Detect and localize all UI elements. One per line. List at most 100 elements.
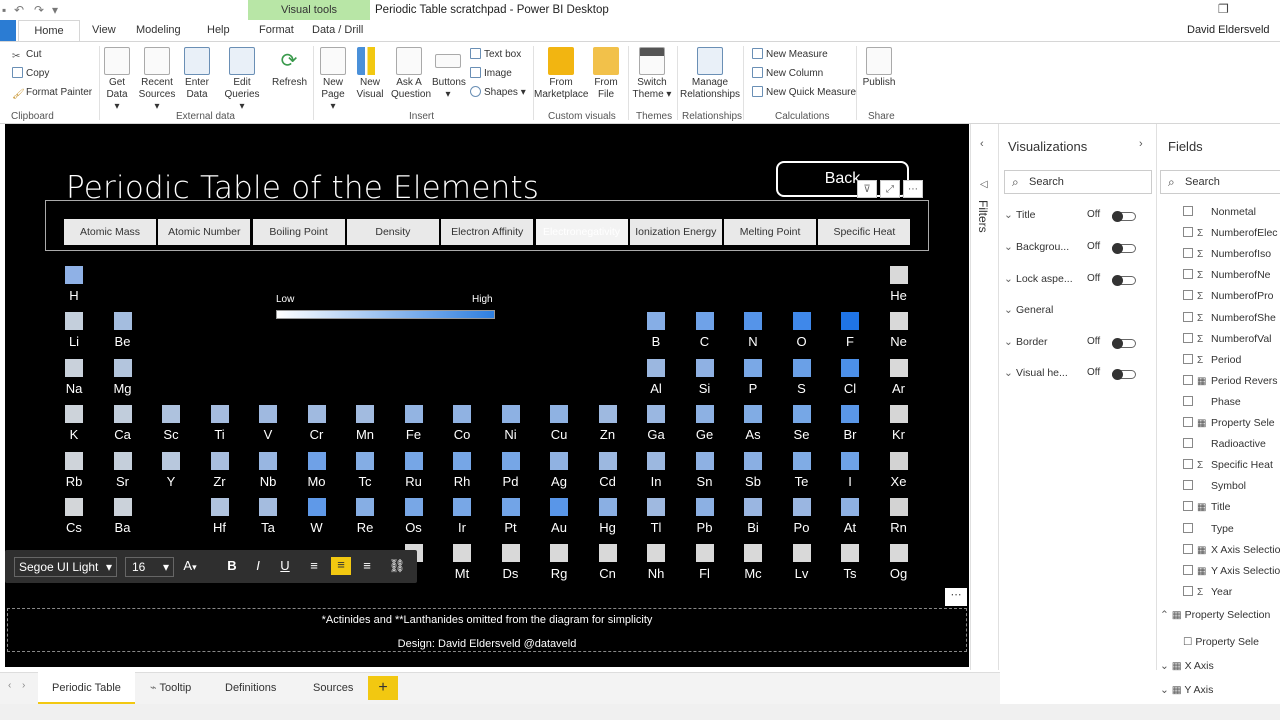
field-item[interactable]: Phase [1183,395,1280,412]
element-tile-Ir[interactable] [453,498,471,516]
element-tile-Br[interactable] [841,405,859,424]
fields-search-input[interactable]: Search [1160,170,1280,194]
element-tile-Zn[interactable] [598,405,617,424]
format-section-visual-he-[interactable]: ⌄ Visual he... Off [1004,367,1154,383]
element-tile-Ba[interactable] [113,498,132,516]
field-item[interactable]: ☐ Property Sele [1183,636,1259,648]
save-icon[interactable]: ▪ [2,3,6,17]
element-tile-Po[interactable] [792,498,811,516]
element-tile-Sb[interactable] [744,451,762,470]
field-checkbox[interactable] [1183,248,1193,259]
field-item[interactable]: ▦ Property Sele [1183,417,1280,433]
tab-modeling[interactable]: Modeling [136,24,181,36]
field-checkbox[interactable] [1183,522,1193,533]
visualizations-search-input[interactable]: Search [1004,170,1152,194]
slicer-button-specific-heat[interactable]: Specific Heat [818,219,911,245]
element-tile-Ag[interactable] [550,451,568,470]
text-box-button[interactable]: Text box [470,47,521,63]
element-tile-Sr[interactable] [113,451,132,470]
new-column-button[interactable]: New Column [752,66,823,82]
element-tile-Mg[interactable] [113,358,132,377]
page-tab-tooltip[interactable]: ⌁ Tooltip [136,672,205,704]
field-item[interactable]: ▦ X Axis Selectio [1183,543,1280,560]
element-tile-Ge[interactable] [695,405,714,424]
element-tile-Bi[interactable] [744,498,762,516]
element-tile-Fl[interactable] [695,544,714,563]
filter-icon[interactable]: ⊽ [857,180,877,198]
tab-help[interactable]: Help [207,24,230,36]
element-tile-Cn[interactable] [598,544,617,563]
field-checkbox[interactable] [1183,290,1193,301]
element-tile-Se[interactable] [792,405,811,424]
toggle-switch[interactable] [1112,338,1136,349]
field-item[interactable]: Σ Year [1183,585,1280,602]
chevron-left-icon[interactable]: ‹ [980,138,984,150]
element-tile-As[interactable] [744,405,762,424]
slicer-button-density[interactable]: Density [346,219,439,245]
element-tile-Pb[interactable] [695,498,714,516]
field-item[interactable]: Σ NumberofShe [1183,311,1280,328]
format-section-backgrou-[interactable]: ⌄ Backgrou... Off [1004,241,1154,257]
toggle-switch[interactable] [1112,211,1136,222]
format-section-lock-aspe-[interactable]: ⌄ Lock aspe... Off [1004,273,1154,289]
slicer-button-atomic-number[interactable]: Atomic Number [158,219,251,245]
field-checkbox[interactable] [1183,311,1193,322]
field-item[interactable]: Nonmetal [1183,206,1280,222]
align-right-icon[interactable]: ≡ [357,558,377,573]
field-checkbox[interactable] [1183,227,1193,238]
element-tile-Ti[interactable] [210,405,229,424]
element-tile-Hf[interactable] [210,498,229,516]
field-checkbox[interactable] [1183,438,1193,449]
field-item[interactable]: Σ Period [1183,353,1280,370]
table-node[interactable]: ⌃ ▦ Property Selection [1160,609,1270,621]
table-node[interactable]: ⌄ ▦ Y Axis [1160,684,1213,696]
element-tile-F[interactable] [841,312,859,331]
field-item[interactable]: Σ NumberofVal [1183,332,1280,349]
element-tile-Mn[interactable] [356,405,374,424]
element-tile-Cl[interactable] [841,358,859,377]
field-item[interactable]: Σ NumberofNe [1183,269,1280,285]
element-tile-Au[interactable] [550,498,568,516]
field-checkbox[interactable] [1183,353,1193,364]
toggle-switch[interactable] [1112,275,1136,286]
page-tab-periodic-table[interactable]: Periodic Table [38,672,135,704]
format-section-general[interactable]: ⌄ General [1004,304,1154,320]
undo-icon[interactable]: ↶ [14,3,24,17]
element-tile-Ga[interactable] [647,405,665,424]
field-item[interactable]: ▦ Y Axis Selectio [1183,564,1280,581]
textbox-more-options-button[interactable]: ⋯ [945,588,967,606]
slicer-button-electronegativity[interactable]: Electronegativity [535,219,628,245]
field-checkbox[interactable] [1183,332,1193,343]
element-tile-Si[interactable] [695,358,714,377]
link-icon[interactable]: ⛓ [387,558,407,574]
field-item[interactable]: Σ NumberofIso [1183,248,1280,264]
element-tile-Li[interactable] [65,312,83,331]
slicer-button-melting-point[interactable]: Melting Point [724,219,817,245]
copy-button[interactable]: Copy [12,66,49,82]
element-tile-Lv[interactable] [792,544,811,563]
ask-question-button[interactable]: Ask A Question [391,47,431,101]
publish-button[interactable]: Publish [862,47,896,89]
refresh-button[interactable]: ⟳ Refresh [272,47,307,89]
element-tile-Os[interactable] [404,498,423,516]
font-size-dropdown[interactable]: 16 ▾ [125,557,174,577]
element-tile-Pt[interactable] [501,498,520,516]
table-node[interactable]: ⌄ ▦ X Axis [1160,660,1214,672]
field-item[interactable]: ▦ Period Revers [1183,374,1280,391]
element-tile-Rn[interactable] [889,498,908,516]
field-checkbox[interactable] [1183,417,1193,427]
element-tile-Nb[interactable] [259,451,277,470]
tab-scroll-left-icon[interactable]: ‹ [8,680,11,691]
element-tile-He[interactable] [889,266,908,284]
tab-view[interactable]: View [92,24,116,36]
element-tile-O[interactable] [792,312,811,331]
element-tile-Tc[interactable] [356,451,374,470]
field-item[interactable]: Symbol [1183,480,1280,496]
element-tile-Mo[interactable] [307,451,326,470]
tab-home[interactable]: Home [18,20,80,42]
element-tile-Mt[interactable] [453,544,471,563]
tab-data-drill[interactable]: Data / Drill [312,24,363,36]
element-tile-Ds[interactable] [501,544,520,563]
element-tile-Na[interactable] [65,358,83,377]
field-item[interactable]: Type [1183,522,1280,539]
